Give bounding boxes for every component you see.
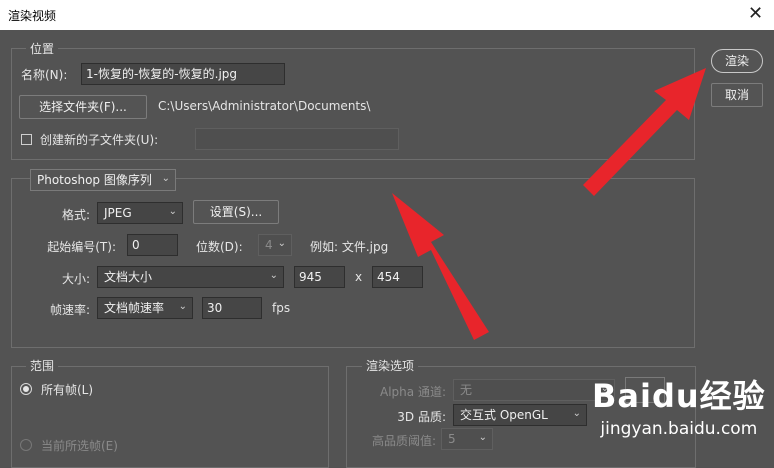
- watermark-brand: Baidu经验: [592, 377, 766, 415]
- watermark: Baidu经验 jingyan.baidu.com: [592, 378, 766, 440]
- arrow-to-export-settings: [392, 193, 489, 340]
- arrow-to-render-button: [583, 68, 706, 196]
- watermark-url: jingyan.baidu.com: [600, 419, 758, 439]
